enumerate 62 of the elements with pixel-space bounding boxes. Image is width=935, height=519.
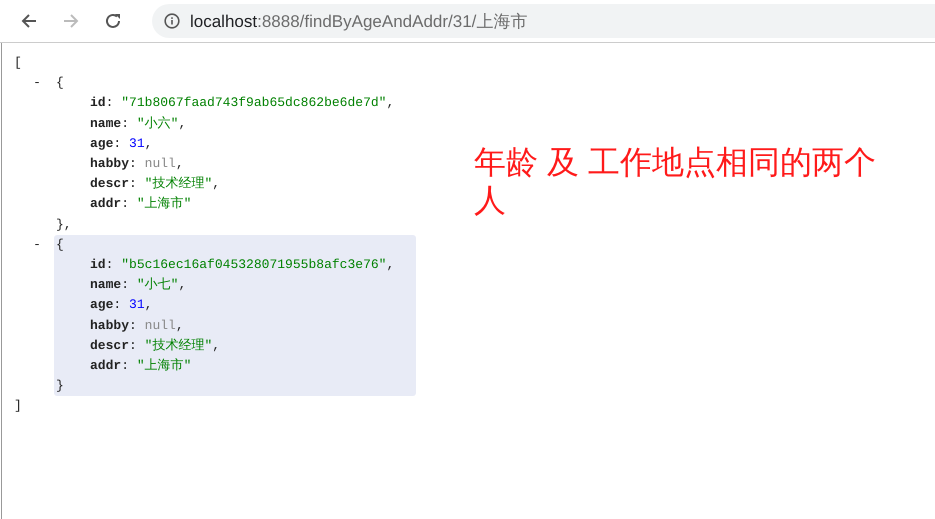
colon: : (113, 136, 122, 151)
json-value: "技术经理" (144, 176, 212, 192)
annotation-text: 年龄 及 工作地点相同的两个人 (474, 143, 877, 220)
json-key: id (90, 95, 106, 110)
brace: } (56, 377, 64, 396)
json-key: id (90, 257, 106, 272)
comma: , (176, 318, 184, 333)
bracket: [ (14, 54, 22, 72)
json-key: habby (90, 318, 130, 333)
json-value: "小六" (136, 116, 178, 131)
url-path: :8888/findByAgeAndAddr/31/上海市 (257, 12, 528, 30)
comma: , (178, 116, 186, 131)
comma: , (386, 95, 394, 110)
brace: }, (56, 216, 72, 234)
comma: , (386, 257, 394, 272)
colon: : (129, 318, 137, 333)
json-key: age (90, 136, 114, 151)
json-key: name (90, 116, 122, 131)
forward-arrow-icon (62, 12, 80, 30)
json-key: addr (90, 196, 122, 212)
colon: : (106, 257, 114, 272)
json-key: name (90, 277, 122, 292)
json-value: "技术经理" (144, 338, 212, 353)
colon: : (121, 196, 130, 212)
comma: , (212, 176, 220, 192)
json-value: 31 (129, 136, 145, 151)
colon: : (106, 95, 114, 110)
colon: : (129, 338, 137, 353)
comma: , (178, 277, 186, 292)
collapse-toggle[interactable]: - (14, 73, 54, 235)
json-key: descr (90, 176, 130, 192)
json-value: "上海市" (136, 196, 192, 212)
collapse-toggle[interactable]: - (14, 234, 54, 396)
comma: , (176, 156, 184, 172)
back-arrow-icon (20, 12, 38, 30)
json-value: "小七" (136, 277, 178, 292)
json-value: "上海市" (136, 358, 192, 374)
json-value: "71b8067faad743f9ab65dc862be6de7d" (121, 95, 386, 110)
colon: : (121, 116, 130, 131)
json-value: "b5c16ec16af045328071955b8afc3e76" (121, 257, 386, 272)
info-icon (164, 13, 180, 29)
comma: , (144, 297, 152, 312)
json-value: null (144, 318, 176, 333)
colon: : (121, 358, 130, 374)
colon: : (129, 176, 137, 192)
json-value: null (144, 156, 176, 172)
json-key: habby (90, 156, 130, 172)
json-value: 31 (129, 297, 145, 312)
comma: , (212, 338, 220, 353)
reload-icon (104, 12, 122, 30)
json-key: age (90, 297, 114, 312)
brace: { (56, 236, 64, 254)
colon: : (121, 277, 130, 292)
url-host: localhost (190, 12, 258, 30)
colon: : (129, 156, 137, 172)
colon: : (113, 297, 122, 312)
json-key: descr (90, 338, 130, 353)
brace: { (56, 74, 64, 92)
comma: , (144, 136, 152, 151)
address-bar[interactable]: localhost:8888/findByAgeAndAddr/31/上海市 (152, 4, 935, 38)
json-key: addr (90, 358, 122, 374)
bracket: ] (14, 397, 22, 416)
